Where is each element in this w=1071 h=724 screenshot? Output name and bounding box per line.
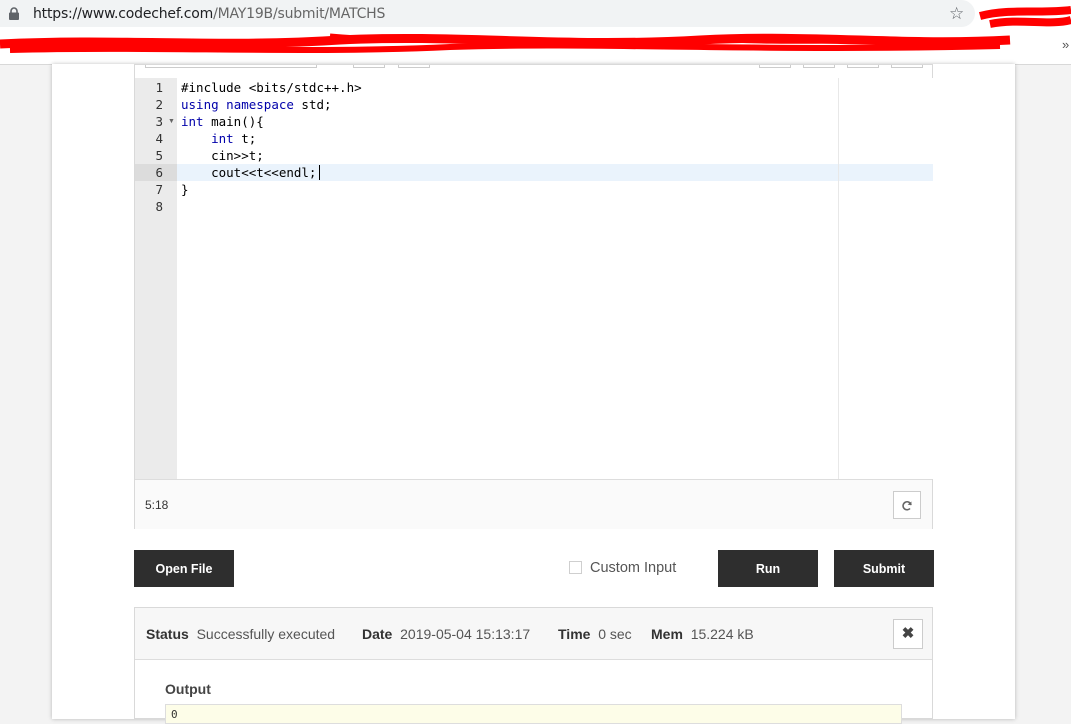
code-line: cout<<t<<endl;: [181, 165, 317, 180]
execution-result-panel: Status Successfully executed Date 2019-0…: [134, 607, 933, 724]
code-line: }: [181, 182, 189, 197]
line-number: 6: [155, 165, 163, 180]
code-line: int main(){: [181, 114, 264, 129]
open-file-button[interactable]: Open File: [134, 550, 234, 587]
mem-value: 15.224 kB: [690, 626, 754, 642]
status-value: Successfully executed: [196, 626, 336, 642]
custom-input-label[interactable]: Custom Input: [590, 560, 676, 576]
status-stat: Status Successfully executed: [146, 626, 335, 642]
time-label: Time: [558, 626, 591, 642]
cursor-position: 5:18: [145, 498, 169, 512]
line-number: 5: [155, 148, 163, 163]
code-text-area[interactable]: #include <bits/stdc++.h> using namespace…: [177, 78, 933, 479]
output-label: Output: [165, 681, 211, 697]
close-result-button[interactable]: ✖: [893, 619, 923, 649]
double-chevron-icon[interactable]: »: [1062, 37, 1069, 52]
fold-arrow-icon[interactable]: ▼: [168, 113, 175, 130]
time-value: 0 sec: [598, 626, 632, 642]
line-number: 3: [155, 114, 163, 129]
line-number-gutter: 1 2 3 ▼ 4 5 6 7 8: [135, 78, 178, 479]
line-number: 1: [155, 80, 163, 95]
mem-stat: Mem 15.224 kB: [651, 626, 754, 642]
language-select-edge[interactable]: [145, 65, 317, 68]
refresh-icon: [902, 501, 912, 511]
browser-toolbar: https://www.codechef.com/MAY19B/submit/M…: [0, 0, 1071, 65]
date-value: 2019-05-04 15:13:17: [400, 626, 531, 642]
redaction-scribble: [0, 6, 1071, 53]
line-number: 7: [155, 182, 163, 197]
date-stat: Date 2019-05-04 15:13:17: [362, 626, 530, 642]
line-number: 4: [155, 131, 163, 146]
time-stat: Time 0 sec: [558, 626, 632, 642]
status-label: Status: [146, 626, 189, 642]
toolbar-button-edge[interactable]: [353, 65, 385, 68]
code-line: cin>>t;: [181, 148, 264, 163]
toolbar-button-edge[interactable]: [759, 65, 791, 68]
submit-button[interactable]: Submit: [834, 550, 934, 587]
text-cursor: [319, 165, 320, 180]
output-value: 0: [165, 704, 902, 724]
code-line: int t;: [211, 131, 257, 146]
code-editor[interactable]: 1 2 3 ▼ 4 5 6 7 8 #include <bits/stdc++.…: [134, 64, 933, 529]
date-label: Date: [362, 626, 393, 642]
line-number: 8: [155, 199, 163, 214]
print-margin: [838, 78, 839, 479]
toolbar-button-edge[interactable]: [891, 65, 923, 68]
result-summary: Status Successfully executed Date 2019-0…: [135, 608, 932, 660]
close-icon: ✖: [901, 625, 915, 642]
toolbar-button-edge[interactable]: [803, 65, 835, 68]
code-line: using namespace std;: [181, 97, 332, 112]
toolbar-button-edge[interactable]: [847, 65, 879, 68]
custom-input-checkbox[interactable]: [569, 561, 582, 574]
mem-label: Mem: [651, 626, 683, 642]
toolbar-button-edge[interactable]: [398, 65, 430, 68]
code-line: #include <bits/stdc++.h>: [181, 80, 362, 95]
reset-code-button[interactable]: [893, 491, 921, 519]
run-button[interactable]: Run: [718, 550, 818, 587]
editor-status-bar: 5:18: [135, 479, 932, 529]
line-number: 2: [155, 97, 163, 112]
